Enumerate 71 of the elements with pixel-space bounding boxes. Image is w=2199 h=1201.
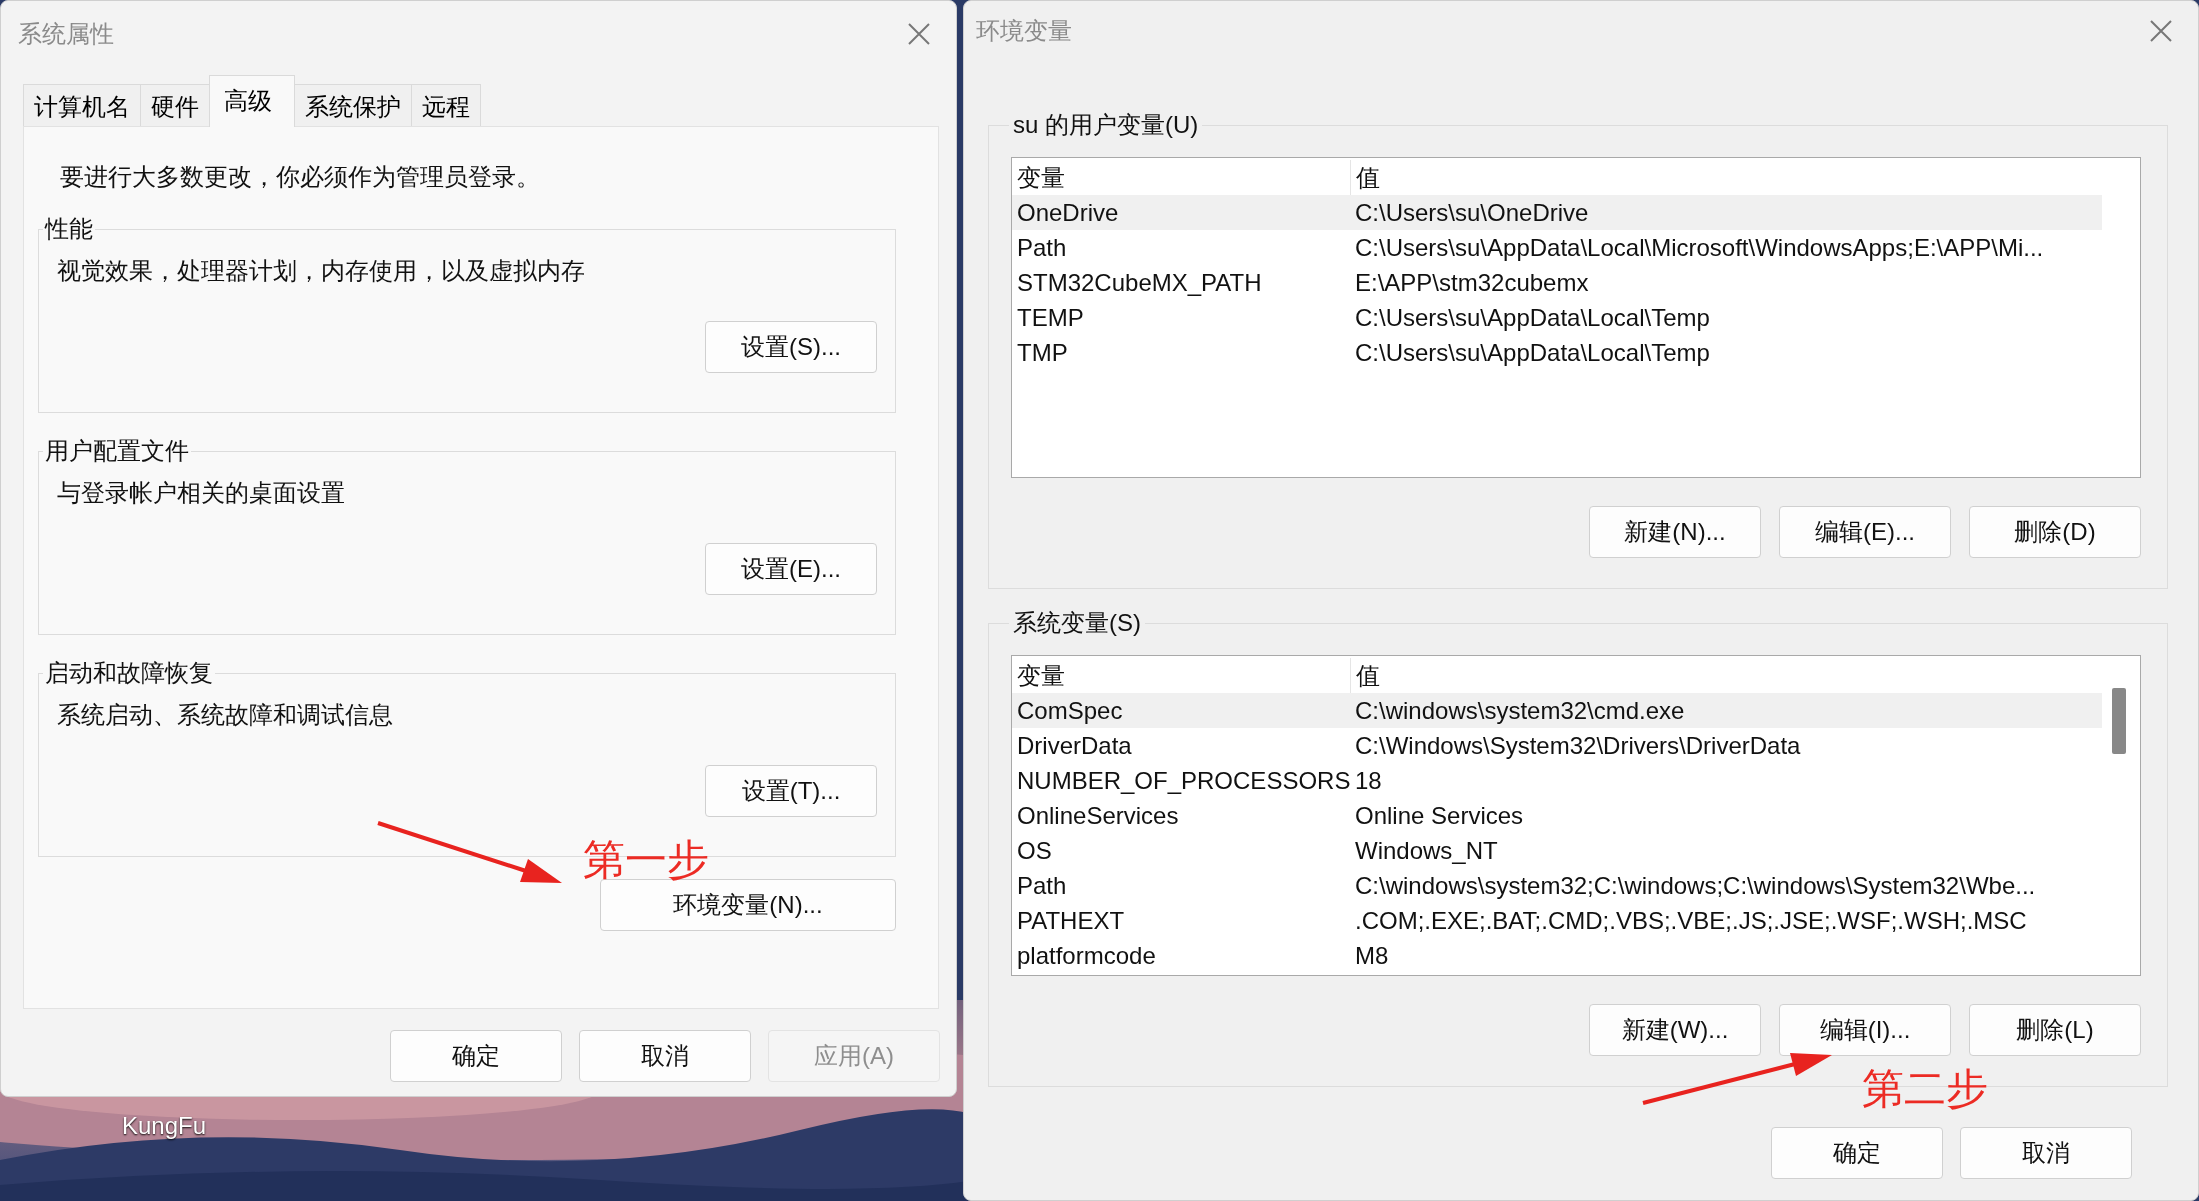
notice-text: 要进行大多数更改，你必须作为管理员登录。 <box>60 162 541 192</box>
table-cell-text: PATHEXT <box>1016 906 1126 936</box>
table-row[interactable]: Path C:\windows\system32;C:\windows;C:\windows\System32\Wbe... <box>1012 868 2102 903</box>
table-cell-text: OS <box>1016 836 1053 866</box>
table-cell-text: TEMP <box>1016 303 1085 333</box>
group-description: 视觉效果，处理器计划，内存使用，以及虚拟内存 <box>57 256 586 286</box>
step-label: 第一步 <box>583 839 709 881</box>
table-row[interactable]: DriverData C:\Windows\System32\Drivers\DriverData <box>1012 728 2102 763</box>
table-row[interactable]: NUMBER_OF_PROCESSORS 18 <box>1012 763 2102 798</box>
table-cell-text: C:\windows\system32;C:\windows;C:\windows\System32\Wbe... <box>1354 871 2036 901</box>
window-title: 环境变量 <box>976 16 1072 46</box>
settings-button[interactable]: 设置(S)... <box>705 321 877 373</box>
group-title: su 的用户变量(U) <box>1012 110 1200 140</box>
table-cell-text: STM32CubeMX_PATH <box>1016 268 1263 298</box>
table-row[interactable]: Path C:\Users\su\AppData\Local\Microsoft\WindowsApps;E:\APP\Mi... <box>1012 230 2102 265</box>
table-cell-text: .COM;.EXE;.BAT;.CMD;.VBS;.VBE;.JS;.JSE;.WSF;.WSH;.MSC <box>1354 906 2027 936</box>
table-cell-text: Path <box>1016 233 1068 263</box>
table-row[interactable]: ComSpec C:\windows\system32\cmd.exe <box>1012 693 2102 728</box>
column-header[interactable]: 值 <box>1351 658 1380 693</box>
group-description: 与登录帐户相关的桌面设置 <box>57 478 346 508</box>
table-row[interactable]: STM32CubeMX_PATH E:\APP\stm32cubemx <box>1012 265 2102 300</box>
group-title: 性能 <box>43 214 94 244</box>
table-cell-text: C:\Windows\System32\Drivers\DriverData <box>1354 731 1801 761</box>
tab[interactable]: 远程 <box>411 84 481 126</box>
scrollbar-thumb[interactable] <box>2112 688 2126 754</box>
table-row[interactable]: TMP C:\Users\su\AppData\Local\Temp <box>1012 335 2102 370</box>
dialog-button[interactable]: 取消 <box>1960 1127 2132 1179</box>
dialog-button[interactable]: 新建(W)... <box>1589 1004 1761 1056</box>
dialog-button[interactable]: 新建(N)... <box>1589 506 1761 558</box>
column-header[interactable]: 值 <box>1351 160 1380 195</box>
table-row[interactable]: platformcode M8 <box>1012 938 2102 973</box>
step-label: 第二步 <box>1862 1068 1988 1110</box>
table-cell-text: C:\Users\su\AppData\Local\Microsoft\WindowsApps;E:\APP\Mi... <box>1354 233 2044 263</box>
table-cell-text: 18 <box>1354 766 1382 796</box>
dialog-button[interactable]: 取消 <box>579 1030 751 1082</box>
table-cell-text: ComSpec <box>1016 696 1124 726</box>
table-cell-text: OnlineServices <box>1016 801 1180 831</box>
group-title: 启动和故障恢复 <box>44 658 214 688</box>
table-cell-text: E:\APP\stm32cubemx <box>1354 268 1589 298</box>
table-cell-text: C:\Users\su\OneDrive <box>1354 198 1589 228</box>
table-cell-text: NUMBER_OF_PROCESSORS <box>1016 766 1350 796</box>
settings-button[interactable]: 设置(T)... <box>705 765 877 817</box>
table-cell-text: C:\windows\system32\cmd.exe <box>1354 696 1685 726</box>
table-cell-text: Windows_NT <box>1354 836 1498 866</box>
window-title: 系统属性 <box>18 19 114 49</box>
table-cell-text: C:\Users\su\AppData\Local\Temp <box>1354 338 1710 368</box>
table-cell-text: M8 <box>1354 941 1389 971</box>
dialog-button[interactable]: 删除(D) <box>1969 506 2141 558</box>
table-row[interactable]: OnlineServices Online Services <box>1012 798 2102 833</box>
group-title: 用户配置文件 <box>44 436 190 466</box>
tab[interactable]: 高级 <box>209 75 295 127</box>
table-row[interactable]: OS Windows_NT <box>1012 833 2102 868</box>
table-row[interactable]: TEMP C:\Users\su\AppData\Local\Temp <box>1012 300 2102 335</box>
dialog-button[interactable]: 删除(L) <box>1969 1004 2141 1056</box>
dialog-button[interactable]: 确定 <box>1771 1127 1943 1179</box>
table-cell-text: TMP <box>1016 338 1069 368</box>
dialog-button[interactable]: 确定 <box>390 1030 562 1082</box>
table-cell-text: Path <box>1016 871 1068 901</box>
group-title: 系统变量(S) <box>1012 608 1142 638</box>
dialog-button[interactable]: 编辑(E)... <box>1779 506 1951 558</box>
table-cell-text: DriverData <box>1016 731 1133 761</box>
dialog-button[interactable]: 编辑(I)... <box>1779 1004 1951 1056</box>
table-row[interactable]: PATHEXT .COM;.EXE;.BAT;.CMD;.VBS;.VBE;.JS;.JSE;.WSF;.WSH;.MSC <box>1012 903 2102 938</box>
table-cell-text: Online Services <box>1354 801 1524 831</box>
table-cell-text: OneDrive <box>1016 198 1120 228</box>
group-description: 系统启动、系统故障和调试信息 <box>57 700 394 730</box>
table-cell-text: C:\Users\su\AppData\Local\Temp <box>1354 303 1710 333</box>
table-cell-text: platformcode <box>1016 941 1157 971</box>
table-row[interactable]: OneDrive C:\Users\su\OneDrive <box>1012 195 2102 230</box>
settings-button[interactable]: 设置(E)... <box>705 543 877 595</box>
tab[interactable]: 计算机名 <box>23 84 141 126</box>
